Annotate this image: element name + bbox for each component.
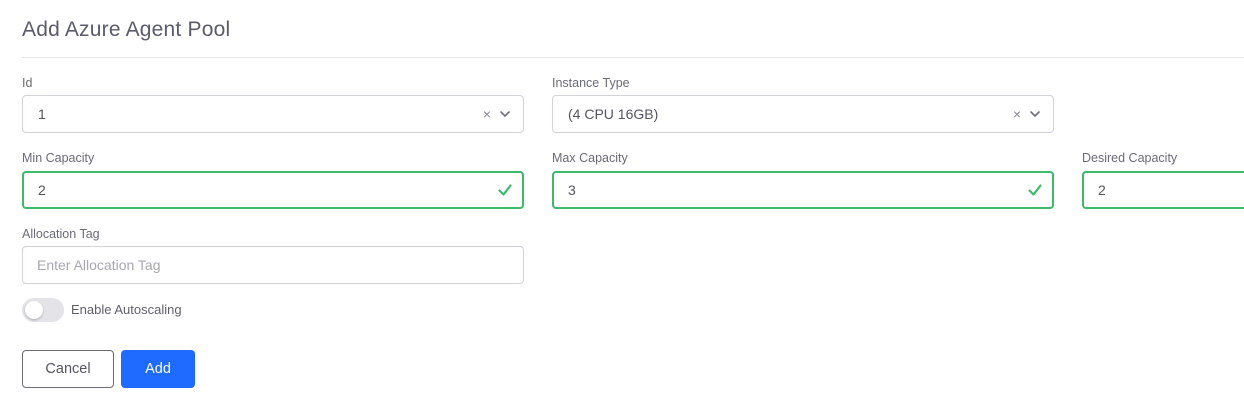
desired-capacity-value: 2 [1098,182,1106,198]
instance-type-select[interactable]: (4 CPU 16GB) × [552,95,1054,133]
check-icon [497,182,513,198]
check-icon [1027,182,1043,198]
autoscaling-toggle[interactable] [22,298,64,322]
max-capacity-input[interactable]: 3 [552,171,1054,209]
autoscaling-label: Enable Autoscaling [71,302,182,317]
title-divider [22,57,1244,58]
clear-icon[interactable]: × [1013,107,1021,121]
max-capacity-value: 3 [568,182,576,198]
instance-type-label: Instance Type [552,76,630,90]
desired-capacity-input[interactable]: 2 [1082,171,1244,209]
instance-type-select-value: (4 CPU 16GB) [568,106,659,122]
id-select[interactable]: 1 × [22,95,524,133]
page-title: Add Azure Agent Pool [22,18,231,41]
id-select-value: 1 [38,106,46,122]
toggle-knob [25,301,43,319]
allocation-tag-input[interactable] [23,247,523,283]
allocation-tag-field [22,246,524,284]
desired-capacity-label: Desired Capacity [1082,151,1178,165]
chevron-down-icon[interactable] [1030,109,1040,119]
min-capacity-label: Min Capacity [22,151,95,165]
cancel-button[interactable]: Cancel [22,350,114,388]
min-capacity-value: 2 [38,182,46,198]
min-capacity-input[interactable]: 2 [22,171,524,209]
chevron-down-icon[interactable] [500,109,510,119]
add-button[interactable]: Add [121,350,195,388]
clear-icon[interactable]: × [483,107,491,121]
id-label: Id [22,76,33,90]
max-capacity-label: Max Capacity [552,151,628,165]
allocation-tag-label: Allocation Tag [22,227,100,241]
